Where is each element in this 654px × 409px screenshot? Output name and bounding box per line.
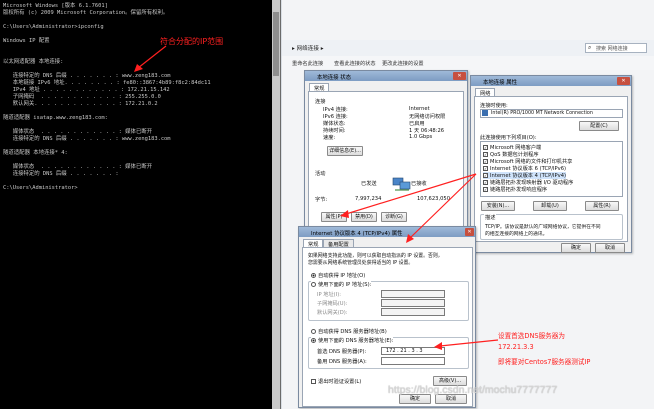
console-line: C:\Users\Administrator>: [3, 185, 78, 191]
dns-annotation-line-2: 172.21.3.3: [498, 343, 534, 351]
console-line: 隧道适配器 isatap.www.zeng183.com:: [3, 115, 108, 121]
ipv4-conn-label: IPv4 连接:: [323, 107, 348, 113]
console-line: 默认网关. . . . . . . . . . . . . : 172.21.0…: [3, 101, 158, 107]
adapter-field: Intel(R) PRO/1000 MT Network Connection: [480, 109, 623, 118]
close-icon[interactable]: ✕: [617, 77, 630, 85]
console-line: 隧道适配器 本地连接* 4:: [3, 150, 68, 156]
props-ok-button[interactable]: 确定: [561, 243, 591, 253]
console-line: IPv4 地址 . . . . . . . . . . . . : 172.21…: [3, 87, 170, 93]
speed-label: 速度:: [323, 135, 336, 141]
ipv6-conn-value: 无网络访问权限: [409, 114, 446, 120]
cmd-change-settings[interactable]: 更改此连接的设置: [382, 60, 424, 67]
media-state-value: 已启用: [409, 121, 425, 127]
properties-window-titlebar[interactable]: 本地连接 属性: [471, 76, 631, 86]
duration-label: 持续时间:: [323, 128, 346, 134]
item-properties-button[interactable]: 属性(R): [585, 201, 619, 211]
watermark: https://blog.csdn.net/mochu7777777: [388, 384, 558, 396]
console-line: 以太网适配器 本地连接:: [3, 59, 64, 65]
console-line: Windows IP 配置: [3, 38, 50, 44]
cmd-rename[interactable]: 重命名此连接: [292, 60, 323, 67]
console-line: 媒体状态 . . . . . . . . . . . . : 媒体已断开: [3, 164, 153, 170]
cmd-view-status[interactable]: 查看此连接的状态: [334, 60, 376, 67]
connection-section-label: 连接: [315, 99, 326, 105]
console-line: 子网掩码 . . . . . . . . . . . . : 255.255.0…: [3, 94, 161, 100]
console-scroll-thumb[interactable]: [273, 12, 279, 76]
console-line: C:\Users\Administrator>ipconfig: [3, 24, 104, 30]
validate-checkbox[interactable]: 退出时验证设置(L): [311, 378, 361, 385]
console-line: 版权所有 (c) 2009 Microsoft Corporation。保留所有…: [3, 10, 169, 16]
console-line: 媒体状态 . . . . . . . . . . . . : 媒体已断开: [3, 129, 153, 135]
configure-button[interactable]: 配置(C): [579, 121, 619, 131]
breadcrumb[interactable]: ▸ 网络连接 ▸: [292, 44, 324, 52]
duration-value: 1 天 06:48:26: [409, 128, 445, 134]
command-bar: 重命名此连接 查看此连接的状态 更改此连接的设置: [282, 56, 654, 70]
props-cancel-button[interactable]: 取消: [595, 243, 625, 253]
dns-annotation-line-3: 即将要对Centos7服务器测试IP: [498, 358, 591, 366]
search-input[interactable]: 搜索 网络连接: [585, 43, 647, 53]
dns-annotation-line-1: 设置首选DNS服务器为: [498, 332, 565, 340]
console-line: 本地链接 IPv6 地址. . . . . . . . : fe80::3867…: [3, 80, 211, 86]
ipv4-conn-value: Internet: [409, 106, 430, 112]
items-label: 此连接使用下列项目(O):: [480, 135, 537, 141]
console-line: Microsoft Windows [版本 6.1.7601]: [3, 3, 108, 9]
console-scrollbar[interactable]: [272, 0, 280, 409]
close-icon[interactable]: ✕: [453, 72, 466, 80]
adapter-icon: [482, 110, 488, 116]
search-icon: ⌕: [588, 44, 592, 51]
console-line: 连接特定的 DNS 后缀 . . . . . . . : www.zeng183…: [3, 73, 171, 79]
console-line: 连接特定的 DNS 后缀 . . . . . . . : www.zeng183…: [3, 136, 171, 142]
speed-value: 1.0 Gbps: [409, 134, 433, 140]
ipv6-conn-label: IPv6 连接:: [323, 114, 348, 120]
status-window-titlebar[interactable]: 本地连接 状态: [305, 71, 467, 81]
connect-using-label: 连接时使用:: [480, 103, 508, 109]
ip-range-arrow: [134, 45, 167, 72]
media-state-label: 媒体状态:: [323, 121, 346, 127]
console-line: 连接特定的 DNS 后缀 . . . . . . . :: [3, 171, 119, 177]
